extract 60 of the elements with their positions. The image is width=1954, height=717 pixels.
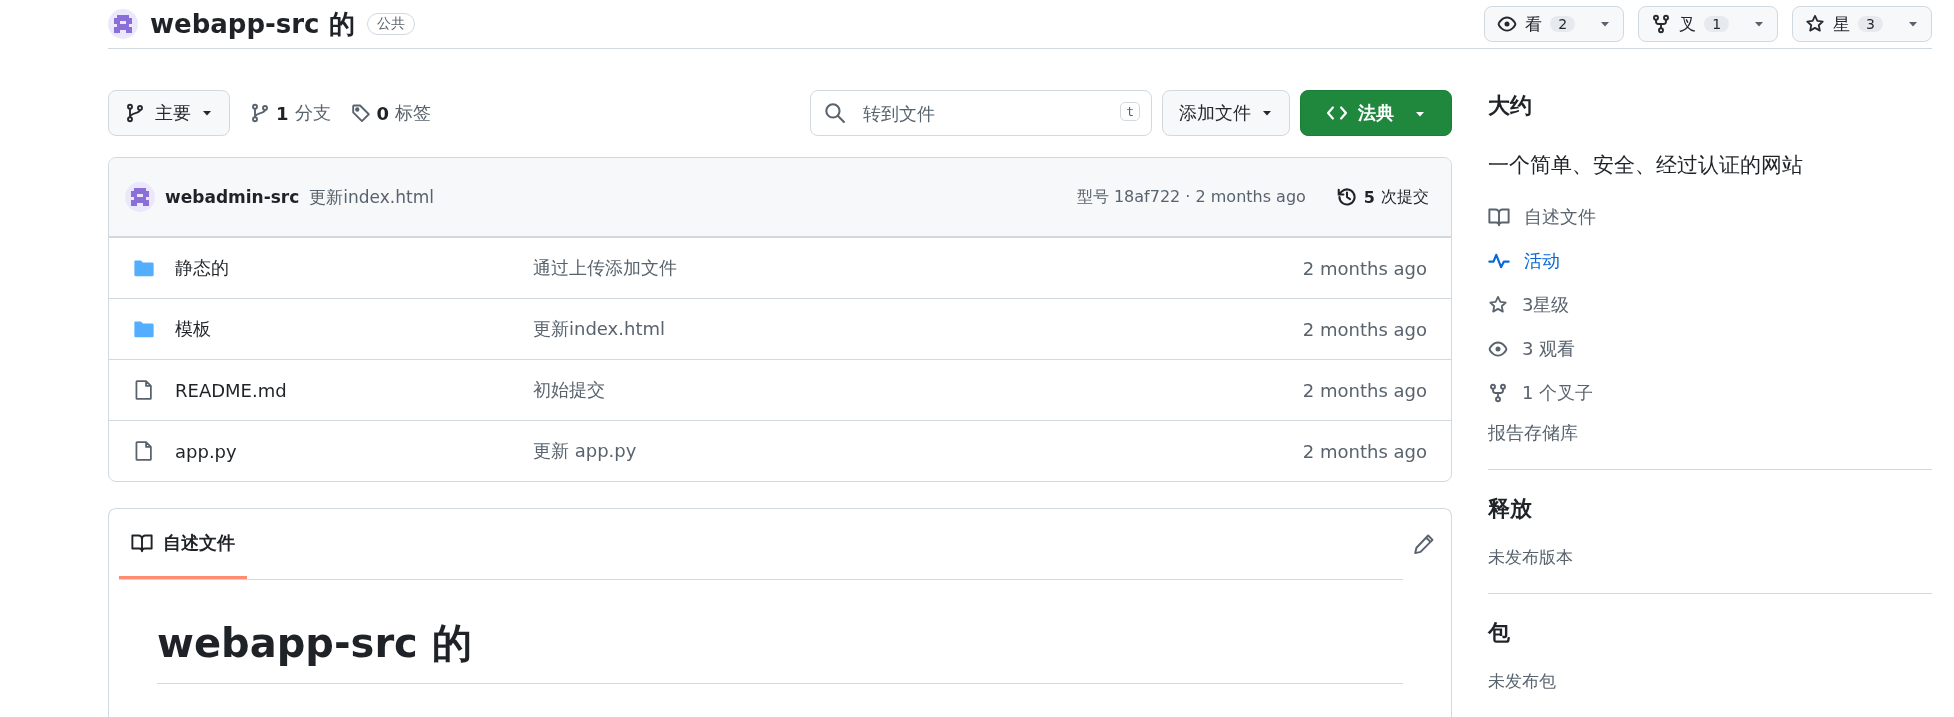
branch-button[interactable]: 主要 xyxy=(108,90,230,136)
stars-link[interactable]: 3星级 xyxy=(1488,283,1932,327)
eye-icon xyxy=(1488,339,1508,359)
branches-link[interactable]: 1 分支 xyxy=(250,101,331,125)
commit-time: 2 months ago xyxy=(1302,318,1427,340)
book-icon xyxy=(1488,206,1510,228)
branch-icon xyxy=(125,103,145,123)
forks-link[interactable]: 1 个叉子 xyxy=(1488,371,1932,415)
commit-message[interactable]: 通过上传添加文件 xyxy=(533,256,1303,280)
repo-description: 一个简单、安全、经过认证的网站 xyxy=(1488,152,1804,179)
repo-title: webapp-src 的 xyxy=(150,7,355,41)
section-heading: 释放 xyxy=(1488,495,1533,523)
count-badge: 3 xyxy=(1858,16,1883,32)
commits-link[interactable]: 5 次提交 xyxy=(1329,185,1435,209)
avatar-icon xyxy=(125,182,155,212)
fork-icon xyxy=(1488,383,1508,403)
readme-link[interactable]: 自述文件 xyxy=(1488,195,1932,239)
commit-message[interactable]: 初始提交 xyxy=(533,378,1303,402)
avatar-icon xyxy=(108,9,138,39)
readme-tab[interactable]: 自述文件 xyxy=(119,509,247,579)
empty-text: 未发布包 xyxy=(1488,670,1557,693)
readme-heading: webapp-src 的 xyxy=(157,616,1403,684)
file-name[interactable]: app.py xyxy=(157,440,533,462)
commit-author[interactable]: webadmin-src xyxy=(165,187,300,207)
count-badge: 1 xyxy=(1704,16,1730,32)
folder-name[interactable]: 模板 xyxy=(157,317,533,341)
add-file-button[interactable]: 添加文件 xyxy=(1162,90,1290,136)
branch-icon xyxy=(250,103,270,123)
section-heading: 大约 xyxy=(1488,92,1533,120)
folder-icon xyxy=(133,257,155,279)
eye-icon xyxy=(1497,14,1518,34)
commit-time: 2 months ago xyxy=(1302,440,1427,462)
count-badge: 2 xyxy=(1550,16,1576,32)
search-icon xyxy=(824,102,846,124)
star-icon xyxy=(1805,14,1826,34)
history-icon xyxy=(1335,186,1358,208)
section-heading: 包 xyxy=(1488,619,1511,647)
folder-icon xyxy=(133,318,155,340)
shortcut-key: t xyxy=(1120,102,1140,121)
report-link[interactable]: 报告存储库 xyxy=(1488,421,1932,445)
commit-message[interactable]: 更新index.html xyxy=(533,317,1303,341)
commit-message[interactable]: 更新index.html xyxy=(309,185,434,209)
activity-link[interactable]: 活动 xyxy=(1488,239,1932,283)
book-icon xyxy=(131,531,153,554)
tag-icon xyxy=(350,103,371,123)
commit-time: 2 months ago xyxy=(1302,257,1427,279)
file-icon xyxy=(133,379,155,401)
tags-link[interactable]: 0 标签 xyxy=(350,101,432,125)
watchers-link[interactable]: 3 观看 xyxy=(1488,327,1932,371)
star-icon xyxy=(1488,295,1508,315)
commit-meta: 型号 18af722 · 2 months ago xyxy=(1076,186,1306,208)
pencil-icon[interactable] xyxy=(1413,533,1435,555)
empty-text: 未发布版本 xyxy=(1488,546,1574,569)
fork-icon xyxy=(1651,14,1672,34)
folder-name[interactable]: 静态的 xyxy=(157,256,533,280)
commit-time: 2 months ago xyxy=(1302,379,1427,401)
commit-message[interactable]: 更新 app.py xyxy=(533,439,1303,463)
code-button[interactable]: 法典 xyxy=(1300,90,1452,136)
file-icon xyxy=(133,440,155,462)
file-name[interactable]: README.md xyxy=(157,379,533,401)
